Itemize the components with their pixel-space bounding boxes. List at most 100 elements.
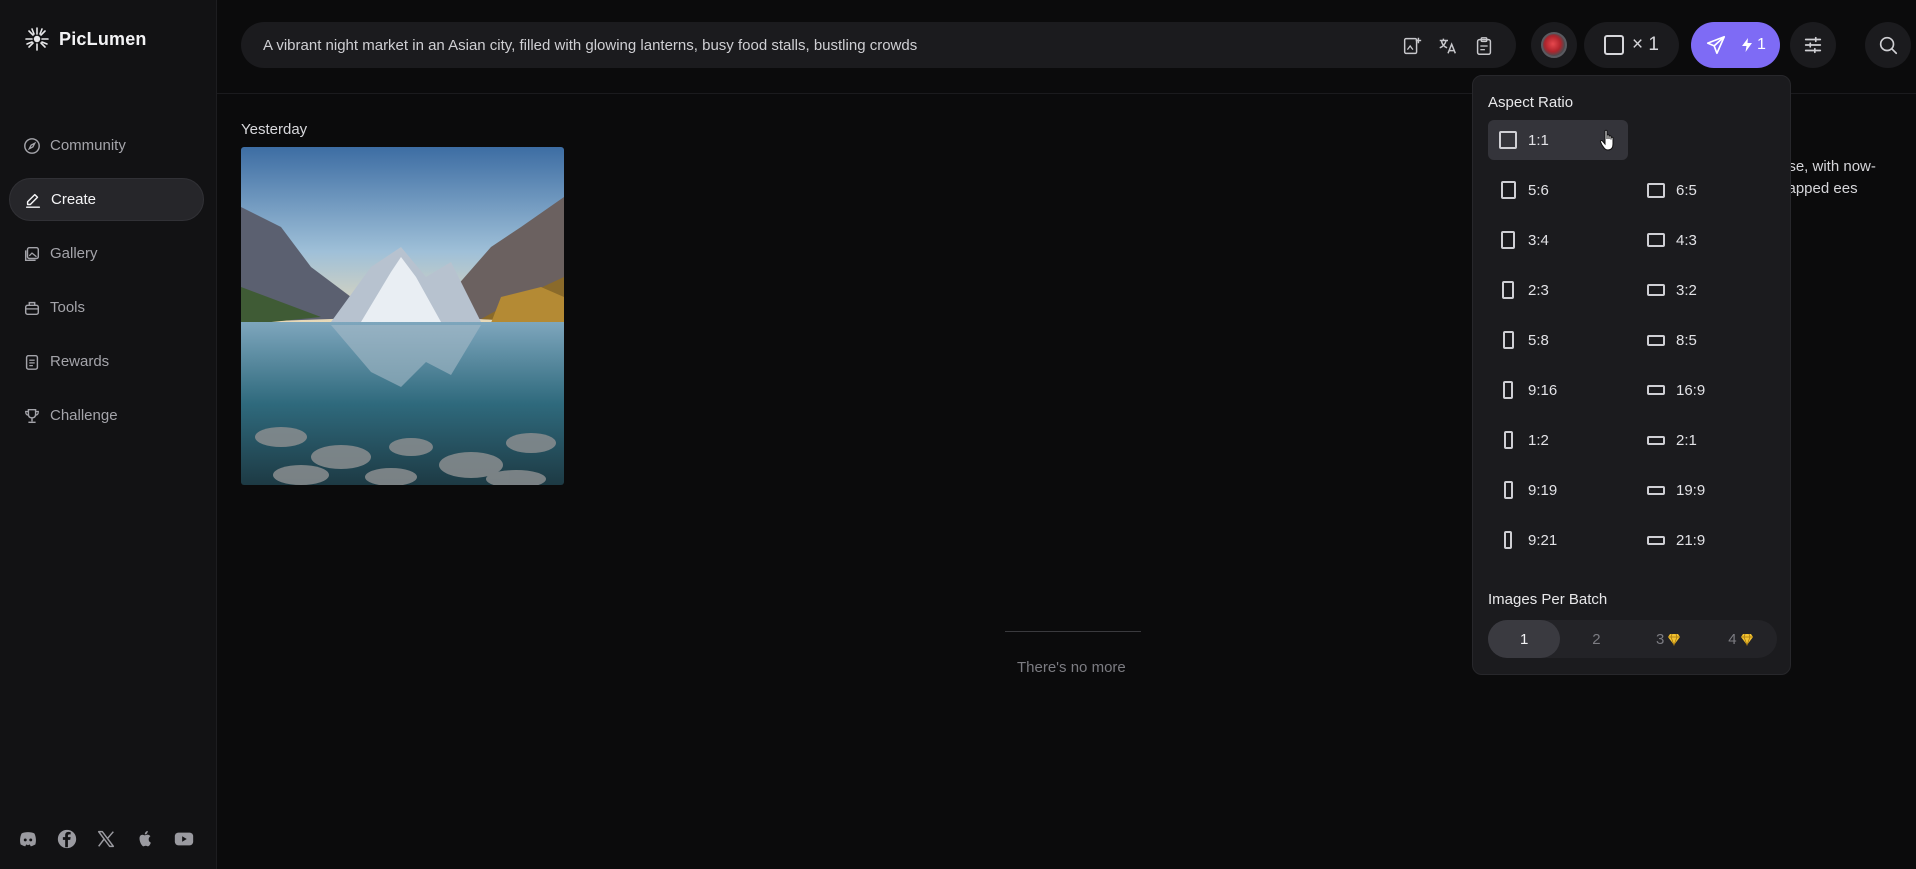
ratio-shape-icon bbox=[1488, 420, 1528, 460]
batch-option-1[interactable]: 1 bbox=[1488, 620, 1561, 658]
aspect-ratio-button[interactable]: × 1 bbox=[1584, 22, 1679, 68]
apple-icon[interactable] bbox=[133, 827, 157, 851]
ratio-shape-icon bbox=[1636, 270, 1676, 310]
sidebar-nav: Community Create Gallery Tools Rewards C… bbox=[9, 124, 204, 448]
credit-cost-value: 1 bbox=[1757, 36, 1766, 53]
search-icon bbox=[1879, 36, 1898, 55]
compass-icon bbox=[24, 137, 40, 154]
prompt-tools bbox=[1400, 34, 1496, 58]
batch-option-label: 3 bbox=[1655, 630, 1665, 648]
x-icon[interactable] bbox=[94, 827, 118, 851]
ratio-option-5-6[interactable]: 5:6 bbox=[1488, 170, 1628, 210]
ratio-option-16-9[interactable]: 16:9 bbox=[1636, 370, 1776, 410]
image-upload-icon[interactable] bbox=[1400, 34, 1424, 58]
ratio-label: 3:2 bbox=[1676, 281, 1697, 299]
batch-option-label: 2 bbox=[1592, 630, 1601, 648]
ratio-option-8-5[interactable]: 8:5 bbox=[1636, 320, 1776, 360]
ratio-option-9-19[interactable]: 9:19 bbox=[1488, 470, 1628, 510]
search-button[interactable] bbox=[1865, 22, 1911, 68]
ratio-option-9-21[interactable]: 9:21 bbox=[1488, 520, 1628, 560]
ratio-label: 5:8 bbox=[1528, 331, 1549, 349]
pen-icon bbox=[25, 193, 41, 208]
gallery-icon bbox=[24, 246, 40, 261]
ratio-option-21-9[interactable]: 21:9 bbox=[1636, 520, 1776, 560]
ratio-option-3-4[interactable]: 3:4 bbox=[1488, 220, 1628, 260]
images-per-batch-selector: 1 2 3 4 bbox=[1488, 620, 1777, 658]
ratio-label: 5:6 bbox=[1528, 181, 1549, 199]
ratio-shape-icon bbox=[1488, 370, 1528, 410]
sidebar-item-label: Rewards bbox=[50, 353, 110, 370]
youtube-icon[interactable] bbox=[172, 827, 196, 851]
sidebar-item-label: Challenge bbox=[50, 407, 118, 424]
clipboard-icon bbox=[25, 354, 39, 370]
ratio-shape-icon bbox=[1488, 170, 1528, 210]
batch-option-label: 1 bbox=[1519, 630, 1529, 648]
batch-option-label: 4 bbox=[1728, 630, 1737, 648]
sidebar-item-label: Community bbox=[50, 137, 126, 154]
ratio-shape-icon bbox=[1488, 220, 1528, 260]
sidebar-item-gallery[interactable]: Gallery bbox=[9, 232, 204, 275]
facebook-icon[interactable] bbox=[55, 827, 79, 851]
ratio-shape-icon bbox=[1636, 420, 1676, 460]
sidebar-item-rewards[interactable]: Rewards bbox=[9, 340, 204, 383]
sidebar-item-create[interactable]: Create bbox=[9, 178, 204, 221]
batch-title: Images Per Batch bbox=[1488, 591, 1608, 608]
credit-cost: 1 bbox=[1739, 36, 1766, 54]
background-prompt-text: rise, with now-capped ees bbox=[1780, 158, 1876, 197]
end-divider bbox=[1005, 631, 1141, 632]
piclumen-logo-icon bbox=[25, 27, 49, 51]
ratio-label: 9:21 bbox=[1528, 531, 1558, 549]
prompt-text[interactable]: A vibrant night market in an Asian city,… bbox=[263, 37, 917, 54]
ratio-shape-icon bbox=[1488, 120, 1528, 160]
ratio-shape-icon bbox=[1636, 170, 1676, 210]
sidebar-item-community[interactable]: Community bbox=[9, 124, 204, 167]
model-avatar bbox=[1541, 32, 1567, 58]
hand-cursor-icon bbox=[1599, 129, 1614, 151]
ratio-option-19-9[interactable]: 19:9 bbox=[1636, 470, 1776, 510]
settings-button[interactable] bbox=[1790, 22, 1836, 68]
ratio-option-5-8[interactable]: 5:8 bbox=[1488, 320, 1628, 360]
ratio-option-3-2[interactable]: 3:2 bbox=[1636, 270, 1776, 310]
ratio-option-9-16[interactable]: 9:16 bbox=[1488, 370, 1628, 410]
generate-button[interactable]: 1 bbox=[1691, 22, 1780, 68]
social-links bbox=[16, 827, 196, 851]
ratio-label: 9:16 bbox=[1528, 381, 1558, 399]
batch-option-3[interactable]: 3 bbox=[1633, 620, 1705, 658]
ratio-option-2-1[interactable]: 2:1 bbox=[1636, 420, 1776, 460]
translate-icon[interactable] bbox=[1436, 34, 1460, 58]
ratio-shape-icon bbox=[1636, 370, 1676, 410]
ratio-label: 21:9 bbox=[1676, 531, 1706, 549]
ratio-option-1-2[interactable]: 1:2 bbox=[1488, 420, 1628, 460]
app-name: PicLumen bbox=[59, 28, 147, 49]
ratio-label: 19:9 bbox=[1676, 481, 1706, 499]
sidebar-item-challenge[interactable]: Challenge bbox=[9, 394, 204, 437]
batch-option-2[interactable]: 2 bbox=[1560, 620, 1632, 658]
sidebar-item-label: Create bbox=[51, 191, 97, 208]
logo[interactable]: PicLumen bbox=[24, 26, 147, 52]
ratio-option-4-3[interactable]: 4:3 bbox=[1636, 220, 1776, 260]
toolbox-icon bbox=[24, 301, 40, 315]
ratio-shape-icon bbox=[1488, 520, 1528, 560]
ratio-shape-icon bbox=[1636, 220, 1676, 260]
sidebar-item-tools[interactable]: Tools bbox=[9, 286, 204, 329]
discord-icon[interactable] bbox=[16, 827, 40, 851]
trophy-icon bbox=[25, 408, 39, 423]
ratio-label: 3:4 bbox=[1528, 231, 1549, 249]
ratio-label: 2:3 bbox=[1528, 281, 1549, 299]
generated-image[interactable] bbox=[241, 147, 564, 485]
ratio-label: 8:5 bbox=[1676, 331, 1697, 349]
ratio-shape-icon bbox=[1636, 320, 1676, 360]
prompt-doc-icon[interactable] bbox=[1472, 34, 1496, 58]
send-icon bbox=[1706, 35, 1726, 55]
ratio-label: 1:1 bbox=[1528, 131, 1549, 149]
aspect-ratio-title: Aspect Ratio bbox=[1488, 94, 1574, 111]
ratio-shape-icon bbox=[1488, 470, 1528, 510]
model-select-button[interactable] bbox=[1531, 22, 1577, 68]
ratio-option-2-3[interactable]: 2:3 bbox=[1488, 270, 1628, 310]
ratio-option-6-5[interactable]: 6:5 bbox=[1636, 170, 1776, 210]
prompt-input[interactable]: A vibrant night market in an Asian city,… bbox=[241, 22, 1516, 68]
batch-option-4[interactable]: 4 bbox=[1705, 620, 1777, 658]
premium-gem-icon bbox=[1668, 633, 1681, 646]
ratio-label: 1:2 bbox=[1528, 431, 1549, 449]
ratio-label: 2:1 bbox=[1676, 431, 1697, 449]
